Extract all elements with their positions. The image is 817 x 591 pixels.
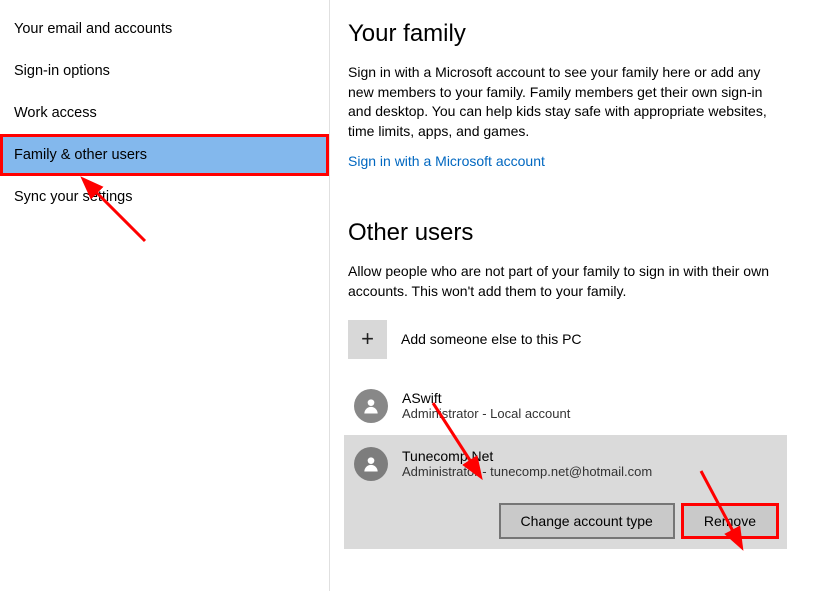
sidebar-item-sync-settings[interactable]: Sync your settings bbox=[0, 176, 329, 218]
family-section-desc: Sign in with a Microsoft account to see … bbox=[348, 63, 787, 141]
sidebar-item-label: Sign-in options bbox=[14, 63, 110, 79]
other-users-section-desc: Allow people who are not part of your fa… bbox=[348, 262, 787, 301]
user-name: ASwift bbox=[402, 390, 570, 406]
sidebar-item-label: Sync your settings bbox=[14, 189, 132, 205]
sidebar: Your email and accounts Sign-in options … bbox=[0, 0, 330, 591]
user-name: Tunecomp Net bbox=[402, 448, 652, 464]
sidebar-item-label: Your email and accounts bbox=[14, 21, 172, 37]
user-icon bbox=[352, 387, 390, 425]
sidebar-item-email-accounts[interactable]: Your email and accounts bbox=[0, 8, 329, 50]
add-user-label: Add someone else to this PC bbox=[401, 331, 582, 347]
sidebar-item-label: Family & other users bbox=[14, 147, 147, 163]
main-panel: Your family Sign in with a Microsoft acc… bbox=[330, 0, 817, 591]
user-icon bbox=[352, 445, 390, 483]
remove-button[interactable]: Remove bbox=[681, 503, 779, 539]
user-sub: Administrator - tunecomp.net@hotmail.com bbox=[402, 464, 652, 479]
sidebar-item-family-other-users[interactable]: Family & other users bbox=[0, 134, 329, 176]
sidebar-item-label: Work access bbox=[14, 105, 97, 121]
change-account-type-button[interactable]: Change account type bbox=[499, 503, 675, 539]
user-action-row: Change account type Remove bbox=[344, 493, 787, 549]
signin-microsoft-link[interactable]: Sign in with a Microsoft account bbox=[348, 153, 545, 169]
plus-icon: + bbox=[348, 320, 387, 359]
sidebar-item-signin-options[interactable]: Sign-in options bbox=[0, 50, 329, 92]
add-user-button[interactable]: + Add someone else to this PC bbox=[348, 320, 787, 359]
family-section-title: Your family bbox=[348, 20, 787, 48]
user-sub: Administrator - Local account bbox=[402, 406, 570, 421]
other-users-section-title: Other users bbox=[348, 219, 787, 247]
user-row[interactable]: Tunecomp Net Administrator - tunecomp.ne… bbox=[344, 435, 787, 493]
sidebar-item-work-access[interactable]: Work access bbox=[0, 92, 329, 134]
user-row[interactable]: ASwift Administrator - Local account bbox=[348, 377, 787, 435]
